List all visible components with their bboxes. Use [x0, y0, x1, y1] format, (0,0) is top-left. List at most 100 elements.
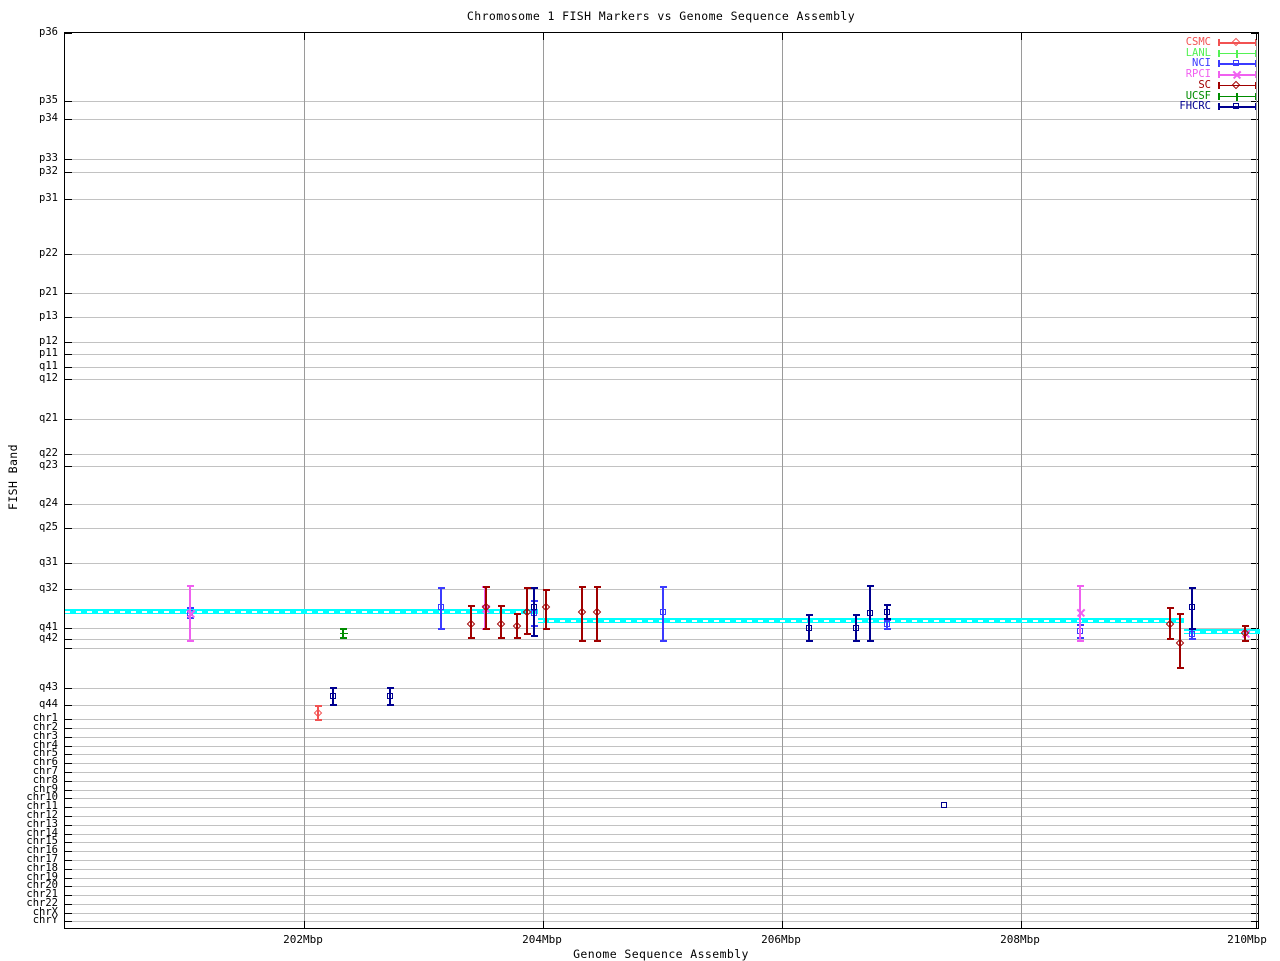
error-bar-cap: [853, 640, 860, 642]
y-tick-mark: [65, 798, 72, 799]
error-bar-cap: [524, 633, 531, 635]
y-tick-mark: [65, 254, 72, 255]
data-point-fhcrc: [867, 610, 873, 616]
x-tick-mark: [304, 921, 305, 928]
h-gridline: [65, 825, 1258, 826]
legend-sample-errorbar: [1218, 59, 1256, 68]
h-gridline: [65, 869, 1258, 870]
h-gridline: [65, 648, 1258, 649]
y-tick-mark: [65, 781, 72, 782]
h-gridline: [65, 834, 1258, 835]
marker-tick: [1233, 50, 1241, 58]
h-gridline: [65, 807, 1258, 808]
h-gridline: [65, 504, 1258, 505]
data-point-sc: [592, 607, 600, 615]
error-bar-cap: [330, 687, 337, 689]
y-tick-mark: [65, 419, 72, 420]
legend-sample-errorbar: [1218, 70, 1256, 79]
y-tick-mark: [65, 842, 72, 843]
y-tick-label: chrY: [0, 915, 58, 926]
y-tick-label: q12: [0, 373, 58, 384]
h-gridline: [65, 851, 1258, 852]
y-tick-mark: [65, 293, 72, 294]
h-gridline: [65, 254, 1258, 255]
y-tick-label: p21: [0, 287, 58, 298]
error-bar-cap: [514, 613, 521, 615]
y-tick-mark: [65, 869, 72, 870]
x-tick-mark: [304, 33, 305, 40]
h-gridline: [65, 293, 1258, 294]
y-tick-mark: [65, 367, 72, 368]
x-axis-label: Genome Sequence Assembly: [0, 947, 1280, 961]
error-bar-cap: [387, 687, 394, 689]
y-tick-label: p11: [0, 348, 58, 359]
h-gridline: [65, 119, 1258, 120]
h-gridline: [65, 754, 1258, 755]
marker-diamond: [1232, 38, 1240, 46]
data-point-nci: [660, 609, 666, 615]
y-tick-label: p31: [0, 193, 58, 204]
data-point-fhcrc: [853, 625, 859, 631]
h-gridline: [65, 728, 1258, 729]
y-tick-label: p33: [0, 153, 58, 164]
data-point-ucsf: [340, 630, 348, 638]
x-tick-mark: [1256, 33, 1257, 40]
y-tick-mark: [65, 688, 72, 689]
data-point-sc: [577, 607, 585, 615]
v-gridline: [1021, 33, 1022, 928]
h-gridline: [65, 419, 1258, 420]
y-tick-label: p35: [0, 95, 58, 106]
y-tick-mark: [65, 851, 72, 852]
legend-label: FHCRC: [1179, 101, 1211, 112]
error-bar-cap: [498, 605, 505, 607]
h-gridline: [65, 466, 1258, 467]
x-tick-label: 206Mbp: [750, 933, 812, 946]
y-tick-mark: [65, 754, 72, 755]
y-tick-label: q32: [0, 583, 58, 594]
assembly-band-highlight-line: [65, 609, 538, 614]
h-gridline: [65, 688, 1258, 689]
error-bar-cap: [1077, 640, 1084, 642]
error-bar-cap: [594, 640, 601, 642]
v-gridline: [1256, 33, 1257, 928]
y-tick-mark: [65, 159, 72, 160]
y-tick-mark: [65, 466, 72, 467]
y-tick-mark: [65, 354, 72, 355]
data-point-fhcrc: [531, 604, 537, 610]
error-bar-cap: [1189, 638, 1196, 640]
y-tick-label: q25: [0, 522, 58, 533]
y-tick-mark: [65, 639, 72, 640]
y-tick-mark: [65, 878, 72, 879]
x-tick-mark: [1021, 33, 1022, 40]
y-tick-mark: [65, 904, 72, 905]
y-tick-mark: [65, 913, 72, 914]
error-bar-cap: [438, 628, 445, 630]
h-gridline: [65, 159, 1258, 160]
data-point-nci: [438, 604, 444, 610]
error-bar-cap: [330, 704, 337, 706]
y-tick-mark: [65, 772, 72, 773]
error-bar-cap: [498, 637, 505, 639]
error-bar-cap: [514, 637, 521, 639]
data-point-fhcrc: [884, 609, 890, 615]
h-gridline: [65, 772, 1258, 773]
y-tick-mark: [65, 648, 72, 649]
h-gridline: [65, 342, 1258, 343]
y-tick-mark: [65, 172, 72, 173]
error-bar-cap: [1177, 667, 1184, 669]
fish-chart-figure: Chromosome 1 FISH Markers vs Genome Sequ…: [0, 0, 1280, 960]
data-point-fhcrc: [806, 625, 812, 631]
y-tick-mark: [65, 728, 72, 729]
chart-title: Chromosome 1 FISH Markers vs Genome Sequ…: [0, 9, 1280, 23]
error-bar-cap: [1177, 613, 1184, 615]
y-tick-label: p13: [0, 311, 58, 322]
h-gridline: [65, 367, 1258, 368]
y-tick-label: q22: [0, 448, 58, 459]
legend-item-fhcrc: FHCRC: [1179, 101, 1256, 112]
y-tick-mark: [65, 719, 72, 720]
marker-x: [1233, 71, 1241, 79]
legend-sample-errorbar: [1218, 102, 1256, 111]
h-gridline: [65, 781, 1258, 782]
error-bar-cap: [660, 640, 667, 642]
h-gridline: [65, 921, 1258, 922]
